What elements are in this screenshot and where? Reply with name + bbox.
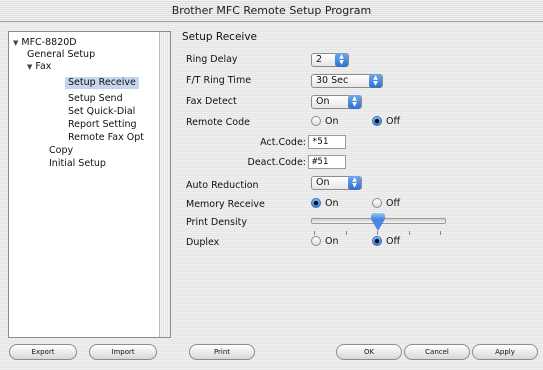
- disclosure-triangle-icon[interactable]: ▼: [13, 37, 18, 49]
- radio-selected-icon: [311, 198, 321, 208]
- duplex-on-radio[interactable]: On: [311, 236, 339, 248]
- popup-arrows-icon: ▲ ▼: [369, 74, 382, 88]
- ring-delay-label: Ring Delay: [186, 54, 238, 65]
- radio-selected-icon: [372, 236, 382, 246]
- tree-item-mfc-8820d[interactable]: ▼ MFC-8820D: [13, 37, 77, 49]
- tree-item-setup-send[interactable]: Setup Send: [68, 93, 123, 105]
- slider-tick: [346, 231, 347, 235]
- export-button[interactable]: Export: [9, 344, 77, 360]
- memory-receive-off-radio[interactable]: Off: [372, 198, 400, 210]
- print-density-slider-pointer[interactable]: [370, 219, 385, 231]
- fax-detect-select[interactable]: On ▲ ▼: [311, 95, 362, 109]
- slider-tick: [440, 231, 441, 235]
- popup-arrows-icon: ▲ ▼: [335, 53, 348, 67]
- print-button[interactable]: Print: [189, 344, 255, 360]
- ok-button[interactable]: OK: [336, 344, 402, 360]
- tree-item-general-setup[interactable]: General Setup: [27, 49, 95, 61]
- memory-receive-on-radio[interactable]: On: [311, 198, 339, 210]
- tree-item-label: Remote Fax Opt: [68, 132, 144, 143]
- act-code-label: Act.Code:: [260, 137, 306, 148]
- auto-reduction-label: Auto Reduction: [186, 180, 259, 191]
- radio-selected-icon: [372, 116, 382, 126]
- radio-off-icon: [311, 236, 321, 246]
- slider-tick: [377, 231, 378, 235]
- auto-reduction-value: On: [316, 177, 330, 188]
- tree-item-label: Initial Setup: [49, 158, 106, 169]
- remote-code-label: Remote Code: [186, 117, 250, 128]
- slider-tick: [409, 231, 410, 235]
- tree-item-label: Fax: [35, 61, 52, 72]
- tree-item-label: Copy: [49, 145, 74, 156]
- fax-detect-value: On: [316, 96, 330, 107]
- tree-item-report-setting[interactable]: Report Setting: [68, 119, 137, 131]
- slider-tick: [314, 231, 315, 235]
- ft-ring-time-select[interactable]: 30 Sec ▲ ▼: [311, 74, 383, 88]
- tree-item-remote-fax-opt[interactable]: Remote Fax Opt: [68, 132, 144, 144]
- radio-label: Off: [386, 116, 401, 127]
- radio-off-icon: [311, 116, 321, 126]
- ft-ring-time-label: F/T Ring Time: [186, 75, 252, 86]
- duplex-off-radio[interactable]: Off: [372, 236, 400, 248]
- deact-code-field[interactable]: #51: [308, 155, 346, 169]
- sidebar-scrollbar[interactable]: [159, 32, 170, 337]
- memory-receive-label: Memory Receive: [186, 199, 265, 210]
- radio-label: On: [325, 198, 339, 209]
- popup-arrows-icon: ▲ ▼: [348, 95, 361, 109]
- tree-item-label: Report Setting: [68, 119, 137, 130]
- fax-detect-label: Fax Detect: [186, 96, 237, 107]
- import-button[interactable]: Import: [89, 344, 157, 360]
- deact-code-label: Deact.Code:: [247, 157, 306, 168]
- print-density-label: Print Density: [186, 217, 247, 228]
- tree-item-initial-setup[interactable]: Initial Setup: [49, 158, 106, 170]
- remote-setup-window: Brother MFC Remote Setup Program ▼ MFC-88…: [0, 0, 543, 370]
- tree-item-set-quick-dial[interactable]: Set Quick-Dial: [68, 106, 135, 118]
- radio-label: Off: [386, 198, 401, 209]
- act-code-field[interactable]: *51: [308, 135, 346, 149]
- remote-code-off-radio[interactable]: Off: [372, 116, 400, 128]
- tree-item-label: Set Quick-Dial: [68, 106, 136, 117]
- tree-item-label: General Setup: [27, 49, 96, 60]
- ring-delay-value: 2: [316, 54, 323, 65]
- tree-item-copy[interactable]: Copy: [49, 145, 73, 157]
- sidebar-tree: ▼ MFC-8820D General Setup ▼ Fax Setup Rece…: [8, 31, 171, 338]
- ft-ring-time-value: 30 Sec: [316, 75, 349, 86]
- page-title: Setup Receive: [182, 31, 258, 43]
- tree-item-label: Setup Receive: [68, 77, 136, 88]
- tree-item-fax[interactable]: ▼ Fax: [27, 61, 51, 73]
- cancel-button[interactable]: Cancel: [404, 344, 470, 360]
- window-title: Brother MFC Remote Setup Program: [0, 0, 543, 22]
- apply-button[interactable]: Apply: [472, 344, 538, 360]
- tree-item-label: Setup Send: [68, 93, 123, 104]
- radio-label: Off: [386, 236, 401, 247]
- popup-arrows-icon: ▲ ▼: [348, 176, 361, 190]
- tree-item-label: MFC-8820D: [21, 37, 77, 48]
- disclosure-triangle-icon[interactable]: ▼: [27, 61, 32, 73]
- duplex-label: Duplex: [186, 237, 220, 248]
- radio-label: On: [325, 116, 339, 127]
- remote-code-on-radio[interactable]: On: [311, 116, 339, 128]
- ring-delay-select[interactable]: 2 ▲ ▼: [311, 53, 349, 67]
- auto-reduction-select[interactable]: On ▲ ▼: [311, 176, 362, 190]
- radio-off-icon: [372, 198, 382, 208]
- radio-label: On: [325, 236, 339, 247]
- tree-item-setup-receive[interactable]: Setup Receive: [65, 77, 139, 89]
